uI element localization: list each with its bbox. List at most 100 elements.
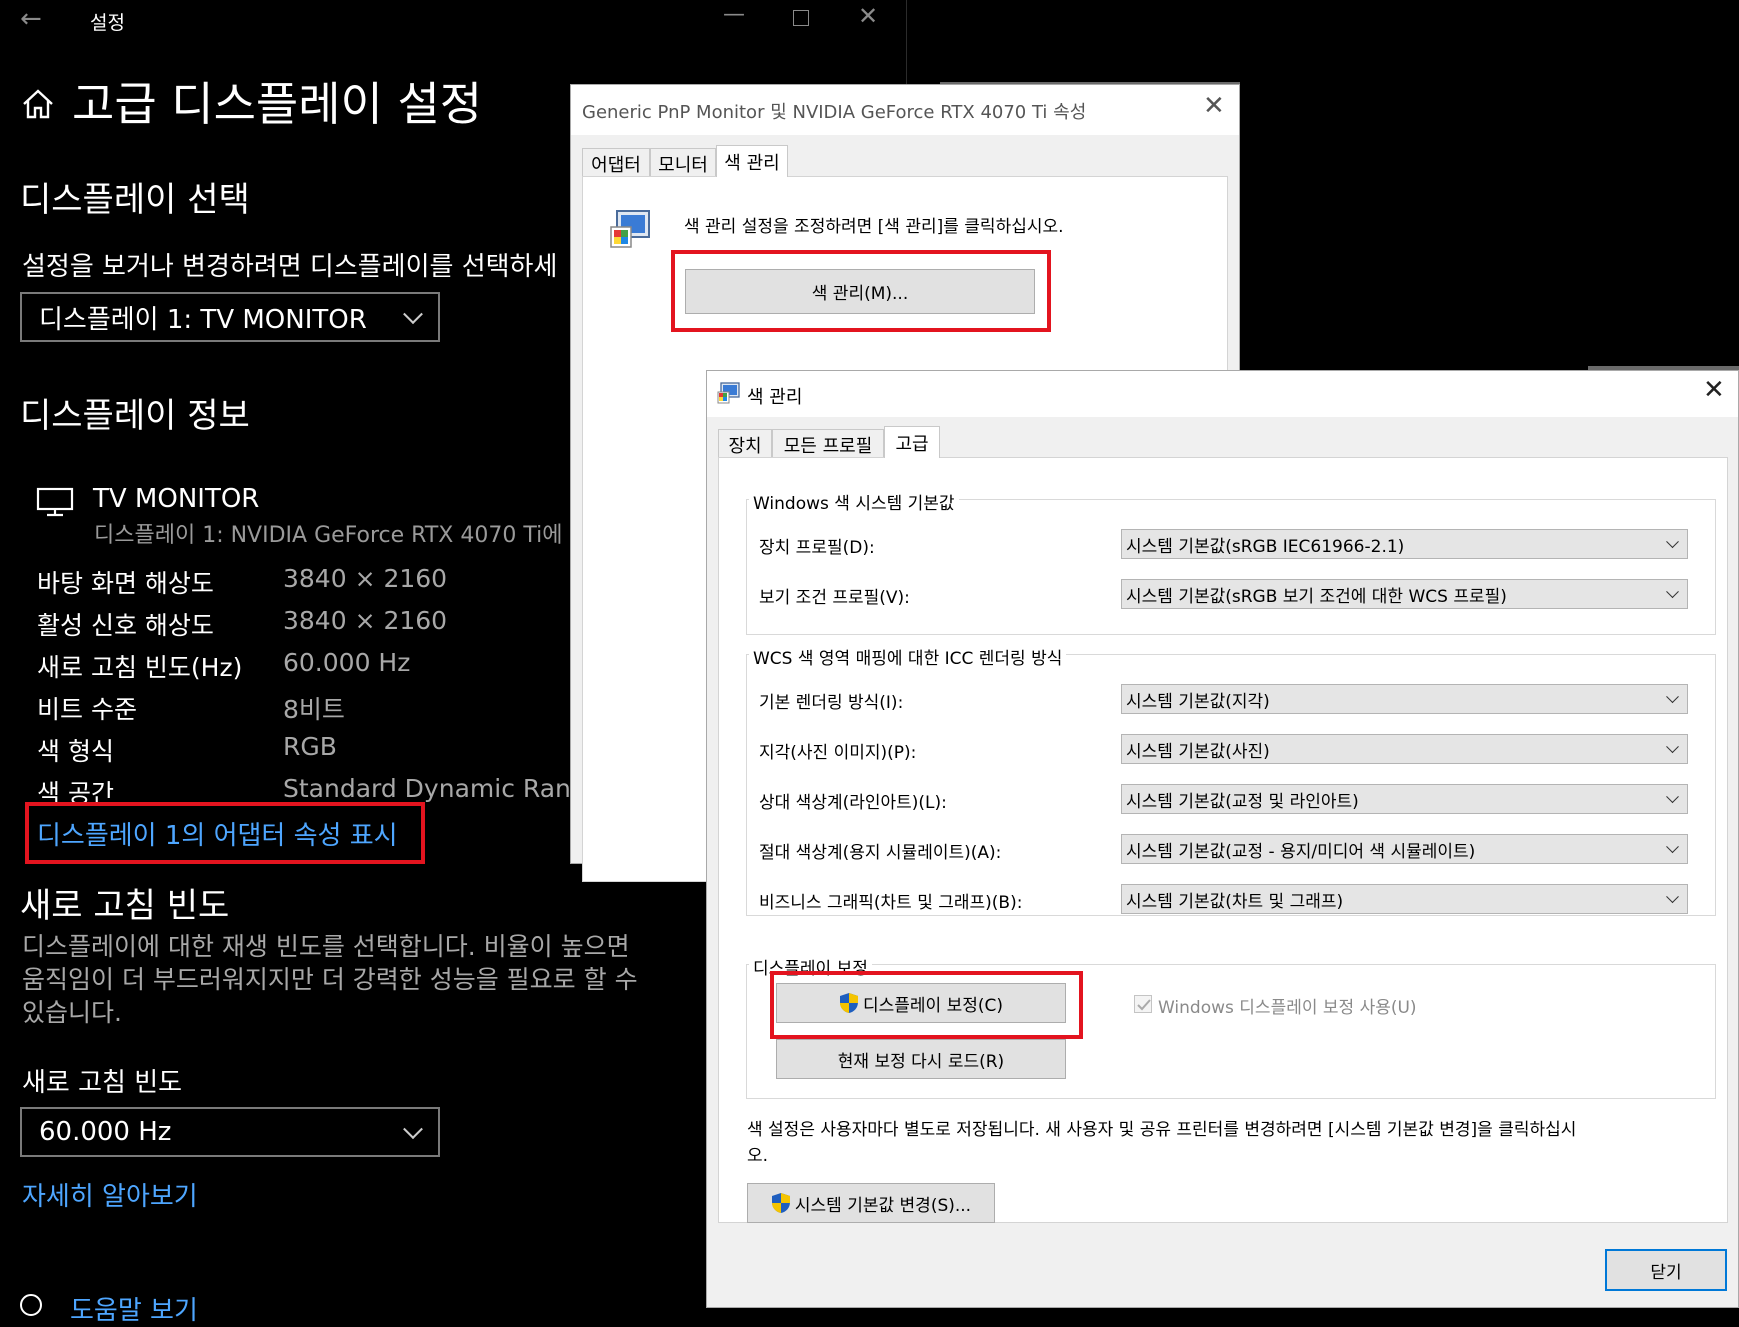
group-legend: WCS 색 영역 매핑에 대한 ICC 렌더링 방식: [749, 644, 1067, 669]
maximize-icon[interactable]: [793, 10, 809, 26]
close-icon[interactable]: ✕: [858, 2, 878, 30]
chevron-down-icon: [1666, 840, 1679, 854]
dialog-title: 색 관리: [747, 387, 803, 408]
checkmark-icon: [1137, 999, 1151, 1011]
learn-more-link[interactable]: 자세히 알아보기: [22, 1176, 198, 1213]
color-management-icon: [609, 207, 655, 253]
chevron-down-icon: [1666, 740, 1679, 754]
home-icon: [20, 86, 56, 122]
combo-value: 시스템 기본값(sRGB 보기 조건에 대한 WCS 프로필): [1126, 586, 1507, 607]
refresh-rate-description: 디스플레이에 대한 재생 빈도를 선택합니다. 비율이 높으면 움직임이 더 부…: [22, 930, 638, 1029]
close-icon[interactable]: ✕: [1203, 91, 1225, 121]
monitor-subtitle: 디스플레이 1: NVIDIA GeForce RTX 4070 Ti에 연: [94, 523, 590, 548]
combo-value: 시스템 기본값(교정 및 라인아트): [1126, 791, 1359, 812]
instruction-text: 색 관리 설정을 조정하려면 [색 관리]를 클릭하십시오.: [684, 217, 1064, 237]
page-title: 고급 디스플레이 설정: [72, 77, 483, 131]
info-label: 활성 신호 해상도: [37, 611, 214, 640]
dialog-title: Generic PnP Monitor 및 NVIDIA GeForce RTX…: [582, 102, 1087, 123]
combo-label: 상대 색상계(라인아트)(L):: [759, 793, 947, 813]
info-value: 60.000 Hz: [283, 648, 411, 677]
profile-combobox[interactable]: 시스템 기본값(사진): [1121, 734, 1688, 764]
tab-devices[interactable]: 장치: [718, 429, 772, 459]
chevron-down-icon: [1666, 890, 1679, 904]
profile-combobox[interactable]: 시스템 기본값(sRGB IEC61966-2.1): [1121, 529, 1688, 559]
chevron-down-icon: [403, 304, 423, 325]
refresh-rate-heading: 새로 고침 빈도: [20, 886, 230, 926]
group-legend: 디스플레이 보정: [749, 954, 872, 979]
profile-combobox[interactable]: 시스템 기본값(교정 및 라인아트): [1121, 784, 1688, 814]
refresh-rate-value: 60.000 Hz: [39, 1117, 172, 1147]
profile-combobox[interactable]: 시스템 기본값(sRGB 보기 조건에 대한 WCS 프로필): [1121, 579, 1688, 609]
info-label: 비트 수준: [37, 695, 137, 724]
display-info-heading: 디스플레이 정보: [20, 396, 250, 436]
adapter-properties-link[interactable]: 디스플레이 1의 어댑터 속성 표시: [37, 815, 398, 852]
footer-text-continued: 오.: [747, 1146, 769, 1166]
help-icon: [20, 1294, 42, 1316]
combo-label: 장치 프로필(D):: [759, 538, 875, 558]
color-management-button[interactable]: 색 관리(M)...: [685, 269, 1035, 314]
chevron-down-icon: [403, 1119, 423, 1140]
shield-icon: [839, 993, 858, 1013]
display-select-dropdown[interactable]: 디스플레이 1: TV MONITOR: [20, 292, 440, 342]
tab-adapter[interactable]: 어댑터: [582, 148, 650, 178]
minimize-icon[interactable]: —: [723, 2, 745, 27]
display-select-value: 디스플레이 1: TV MONITOR: [39, 304, 367, 335]
combo-value: 시스템 기본값(사진): [1126, 741, 1270, 762]
change-system-defaults-button[interactable]: 시스템 기본값 변경(S)...: [747, 1183, 995, 1223]
description-line: 디스플레이에 대한 재생 빈도를 선택합니다. 비율이 높으면: [22, 932, 630, 961]
get-help-link[interactable]: 도움말 보기: [70, 1290, 198, 1327]
windows-defaults-group: [746, 499, 1716, 635]
group-legend: Windows 색 시스템 기본값: [749, 489, 959, 514]
calibration-checkbox[interactable]: [1134, 995, 1152, 1013]
chevron-down-icon: [1666, 790, 1679, 804]
profile-combobox[interactable]: 시스템 기본값(차트 및 그래프): [1121, 884, 1688, 914]
refresh-rate-dropdown[interactable]: 60.000 Hz: [20, 1107, 440, 1157]
shield-icon: [771, 1193, 790, 1213]
monitor-name: TV MONITOR: [93, 484, 260, 514]
back-arrow-icon[interactable]: ←: [20, 4, 42, 34]
refresh-rate-label: 새로 고침 빈도: [22, 1068, 183, 1098]
info-value: 3840 × 2160: [283, 564, 448, 593]
color-management-icon: [717, 381, 741, 405]
info-value: 3840 × 2160: [283, 606, 448, 635]
tab-color-management[interactable]: 색 관리: [716, 145, 788, 177]
description-line: 움직임이 더 부드러워지지만 더 강력한 성능을 필요로 할 수: [22, 965, 638, 994]
info-label: 색 공간: [37, 779, 114, 808]
close-icon[interactable]: ✕: [1703, 375, 1725, 405]
chevron-down-icon: [1666, 535, 1679, 549]
combo-label: 지각(사진 이미지)(P):: [759, 743, 917, 763]
tab-advanced[interactable]: 고급: [884, 426, 940, 458]
chevron-down-icon: [1666, 585, 1679, 599]
tab-monitor[interactable]: 모니터: [650, 148, 716, 178]
chevron-down-icon: [1666, 690, 1679, 704]
profile-combobox[interactable]: 시스템 기본값(교정 - 용지/미디어 색 시뮬레이트): [1121, 834, 1688, 864]
footer-text: 색 설정은 사용자마다 별도로 저장됩니다. 새 사용자 및 공유 프린터를 변…: [747, 1120, 1577, 1140]
color-management-dialog: 색 관리 ✕ 장치 모든 프로필 고급 Windows 색 시스템 기본값 장치…: [706, 370, 1739, 1308]
info-value: 8비트: [283, 695, 345, 724]
tab-all-profiles[interactable]: 모든 프로필: [772, 429, 884, 459]
close-button[interactable]: 닫기: [1605, 1249, 1727, 1291]
window-title: 설정: [90, 12, 125, 34]
info-label: 바탕 화면 해상도: [37, 569, 214, 598]
profile-combobox[interactable]: 시스템 기본값(지각): [1121, 684, 1688, 714]
info-label: 새로 고침 빈도(Hz): [37, 653, 243, 682]
combo-label: 보기 조건 프로필(V):: [759, 588, 910, 608]
display-calibration-label: 디스플레이 보정(C): [862, 995, 1004, 1016]
info-label: 색 형식: [37, 737, 114, 766]
reload-calibration-button[interactable]: 현재 보정 다시 로드(R): [776, 1039, 1066, 1079]
info-value: Standard Dynamic Range: [283, 774, 603, 803]
combo-label: 절대 색상계(용지 시뮬레이트)(A):: [759, 843, 1002, 863]
display-calibration-button[interactable]: 디스플레이 보정(C): [776, 983, 1066, 1023]
combo-value: 시스템 기본값(sRGB IEC61966-2.1): [1126, 536, 1405, 557]
combo-value: 시스템 기본값(지각): [1126, 691, 1270, 712]
description-line: 있습니다.: [22, 998, 122, 1027]
display-select-description: 설정을 보거나 변경하려면 디스플레이를 선택하세: [22, 252, 558, 282]
display-select-heading: 디스플레이 선택: [20, 180, 250, 220]
info-value: RGB: [283, 732, 337, 761]
title-bar: [707, 371, 1738, 417]
combo-value: 시스템 기본값(차트 및 그래프): [1126, 891, 1344, 912]
window-divider: [906, 0, 907, 90]
combo-label: 비즈니스 그래픽(차트 및 그래프)(B):: [759, 893, 1023, 913]
monitor-icon: [36, 486, 76, 518]
combo-value: 시스템 기본값(교정 - 용지/미디어 색 시뮬레이트): [1126, 841, 1476, 862]
